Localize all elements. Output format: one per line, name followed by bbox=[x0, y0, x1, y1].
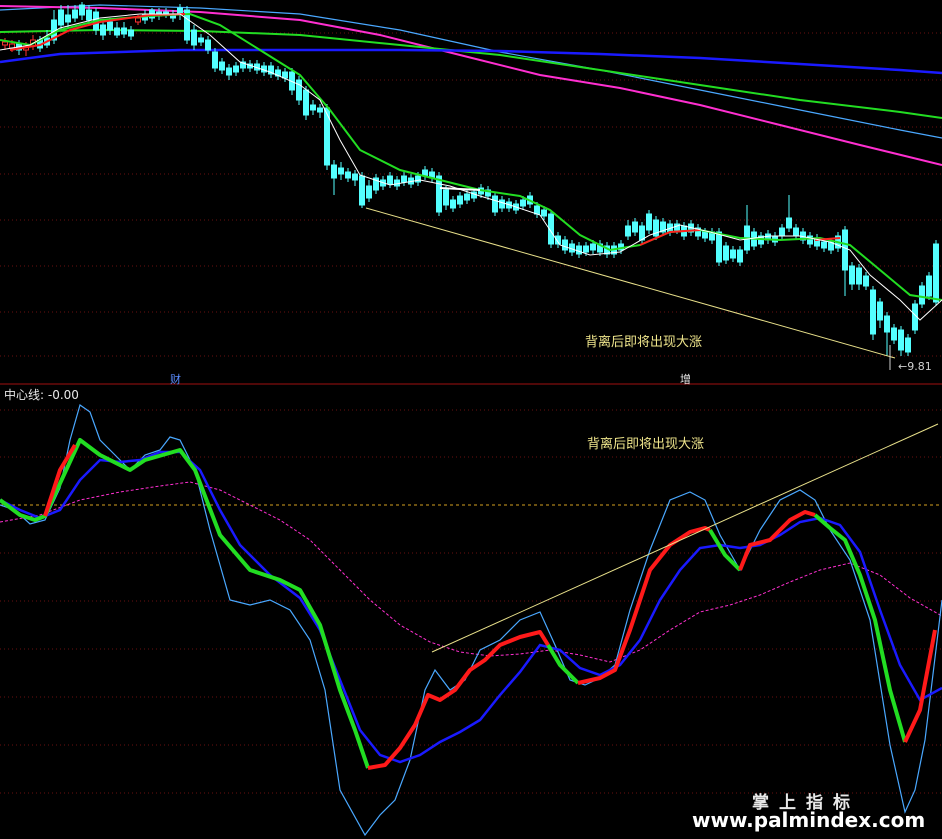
candle-body bbox=[716, 231, 722, 263]
event-marker-increase[interactable]: 增 bbox=[680, 371, 691, 387]
candle-body bbox=[282, 71, 288, 79]
candle-body bbox=[2, 41, 8, 46]
candle-body bbox=[65, 14, 71, 23]
candle-body bbox=[296, 79, 302, 101]
candle-body bbox=[870, 289, 876, 335]
indicator-main-red-4 bbox=[903, 629, 937, 743]
candle-body bbox=[779, 227, 785, 237]
indicator-cyan-line bbox=[0, 404, 942, 837]
indicator-name-label: 中心线: -0.00 bbox=[4, 388, 79, 402]
indicator-main-green-4 bbox=[813, 513, 907, 743]
candle-body bbox=[191, 29, 197, 46]
candle-body bbox=[128, 29, 134, 37]
candle-body bbox=[226, 67, 232, 76]
candle-body bbox=[863, 275, 869, 287]
candle-body bbox=[933, 243, 939, 303]
candle-body bbox=[520, 199, 526, 207]
candle-body bbox=[219, 61, 225, 71]
indicator-panel-grid bbox=[0, 409, 942, 794]
candle-body bbox=[233, 65, 239, 73]
indicator-panel-annotation: 背离后即将出现大涨 bbox=[587, 437, 705, 452]
ma-long-green-line bbox=[0, 28, 942, 119]
indicator-blue-line bbox=[0, 450, 942, 764]
candle-body bbox=[541, 209, 547, 217]
candle-body bbox=[499, 199, 505, 209]
event-marker-finance[interactable]: 财 bbox=[170, 371, 181, 387]
candle-body bbox=[877, 301, 883, 321]
candle-body bbox=[919, 285, 925, 305]
candle-body bbox=[317, 107, 323, 113]
candle-body bbox=[212, 51, 218, 69]
indicator-main-red bbox=[367, 630, 550, 770]
candle-body bbox=[198, 37, 204, 43]
ma-long-cyan-line bbox=[0, 4, 942, 139]
candle-body bbox=[352, 173, 358, 181]
candle-body bbox=[842, 229, 848, 271]
candle-body bbox=[905, 337, 911, 353]
price-panel-annotation: 背离后即将出现大涨 bbox=[585, 335, 703, 350]
indicator-main-green-3 bbox=[708, 528, 742, 572]
candle-body bbox=[387, 175, 393, 185]
candle-body bbox=[793, 227, 799, 237]
candle-body bbox=[457, 195, 463, 205]
indicator-magenta-dashed bbox=[0, 481, 942, 663]
candle-body bbox=[345, 171, 351, 179]
candle-body bbox=[394, 179, 400, 187]
candle-body bbox=[898, 329, 904, 351]
candle-body bbox=[436, 175, 442, 213]
indicator-main-red-2 bbox=[577, 526, 711, 685]
candle-body bbox=[443, 189, 449, 206]
candle-body bbox=[786, 217, 792, 229]
candle-body bbox=[583, 245, 589, 253]
stock-chart-canvas bbox=[0, 2, 942, 837]
candle-body bbox=[856, 267, 862, 285]
candle-body bbox=[562, 239, 568, 251]
candle-body bbox=[884, 315, 890, 333]
candle-body bbox=[303, 89, 309, 116]
candle-body bbox=[646, 213, 652, 231]
candle-body bbox=[625, 225, 631, 237]
candle-body bbox=[576, 245, 582, 255]
candle-body bbox=[891, 327, 897, 341]
candle-body bbox=[450, 199, 456, 209]
candle-body bbox=[331, 164, 337, 179]
candle-body bbox=[849, 265, 855, 285]
candle-body bbox=[121, 27, 127, 35]
price-candles bbox=[2, 2, 939, 356]
candle-body bbox=[401, 175, 407, 183]
candle-body bbox=[114, 27, 120, 36]
candle-body bbox=[86, 9, 92, 21]
low-price-label: ←9.81 bbox=[898, 360, 932, 373]
indicator-divergence-line bbox=[431, 423, 939, 653]
candle-body bbox=[338, 167, 344, 175]
candle-body bbox=[534, 205, 540, 215]
candle-body bbox=[79, 4, 85, 16]
candle-body bbox=[107, 21, 113, 31]
candle-body bbox=[310, 104, 316, 111]
candle-body bbox=[730, 249, 736, 259]
candle-body bbox=[723, 245, 729, 261]
candle-body bbox=[590, 243, 596, 251]
watermark-url: www.palmindex.com bbox=[692, 808, 926, 832]
candle-body bbox=[135, 17, 141, 23]
ma-long-blue-line bbox=[0, 48, 942, 75]
candle-body bbox=[58, 9, 64, 26]
candle-body bbox=[737, 249, 743, 263]
candle-body bbox=[821, 241, 827, 249]
candle-body bbox=[100, 24, 106, 36]
candle-body bbox=[464, 193, 470, 201]
candle-body bbox=[366, 185, 372, 199]
candle-body bbox=[359, 175, 365, 206]
candle-body bbox=[702, 231, 708, 239]
candle-body bbox=[639, 225, 645, 241]
candle-body bbox=[205, 39, 211, 51]
candle-body bbox=[632, 221, 638, 233]
candle-body bbox=[492, 195, 498, 213]
candle-body bbox=[926, 275, 932, 297]
candle-body bbox=[72, 9, 78, 19]
ma-short-white-line bbox=[0, 13, 942, 321]
